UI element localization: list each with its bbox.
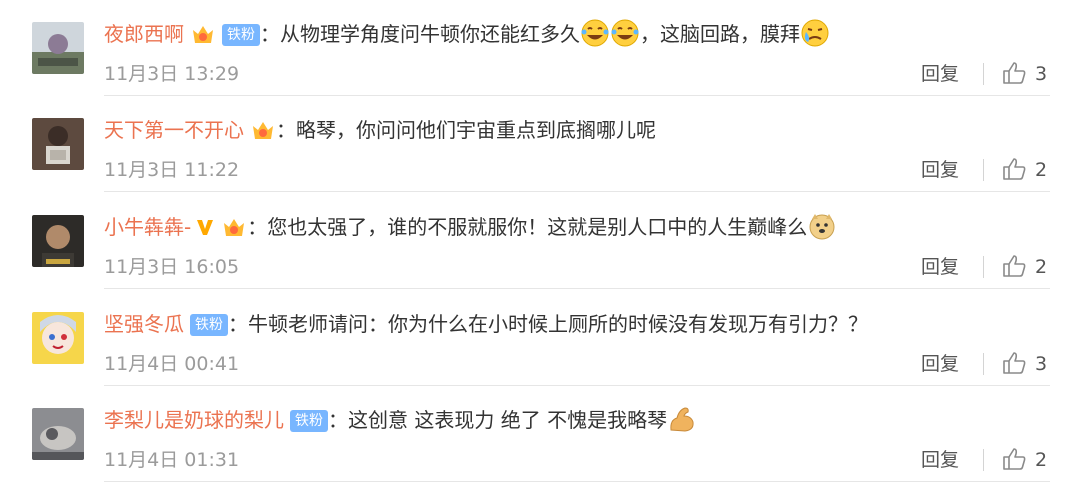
username[interactable]: 夜郎西啊 xyxy=(104,22,184,46)
comment-time: 11月3日 11:22 xyxy=(104,159,240,181)
laugh-tears-emoji-icon xyxy=(581,19,609,47)
comment-content: 夜郎西啊 铁粉 ：从物理学角度问牛顿你还能红多久 ，这脑回路，膜拜 xyxy=(104,14,1040,54)
reply-button[interactable]: 回复 xyxy=(921,255,959,279)
crown-fan-icon xyxy=(253,122,273,139)
avatar[interactable] xyxy=(32,215,84,267)
fan-badge: 铁粉 xyxy=(190,314,228,336)
username[interactable]: 天下第一不开心 xyxy=(104,118,244,142)
tears-emoji-icon xyxy=(801,19,829,47)
username[interactable]: 小牛犇犇- xyxy=(104,215,191,239)
thumbs-up-icon[interactable] xyxy=(1001,446,1027,472)
comment-text: ：牛顿老师请问：你为什么在小时候上厕所的时候没有发现万有引力？？ xyxy=(228,312,868,336)
comment-time: 11月4日 00:41 xyxy=(104,353,240,375)
comment-item: 小牛犇犇- ：您也太强了，谁的不服就服你！这就是别人口中的人生巅峰么 11月3日 … xyxy=(0,193,1080,289)
comment-content: 李梨儿是奶球的梨儿 铁粉 ：这创意 这表现力 绝了 不愧是我略琴 xyxy=(104,400,1040,440)
divider xyxy=(983,159,984,181)
comment-text: ：这创意 这表现力 绝了 不愧是我略琴 xyxy=(328,408,668,432)
reply-button[interactable]: 回复 xyxy=(921,158,959,182)
like-count: 2 xyxy=(1035,449,1048,471)
divider xyxy=(983,256,984,278)
crown-fan-icon xyxy=(193,26,213,43)
comment-text: ，这脑回路，膜拜 xyxy=(640,22,800,46)
comment-item: 天下第一不开心 ：略琴，你问问他们宇宙重点到底搁哪儿呢 11月3日 11:22 回… xyxy=(0,96,1080,192)
comment-content: 坚强冬瓜 铁粉 ：牛顿老师请问：你为什么在小时候上厕所的时候没有发现万有引力？？ xyxy=(104,304,1040,344)
avatar[interactable] xyxy=(32,408,84,460)
divider xyxy=(983,353,984,375)
like-count: 3 xyxy=(1035,63,1048,85)
comment-content: 天下第一不开心 ：略琴，你问问他们宇宙重点到底搁哪儿呢 xyxy=(104,110,1040,150)
comment-list: 夜郎西啊 铁粉 ：从物理学角度问牛顿你还能红多久 ，这脑回路，膜拜 11月3日 13:… xyxy=(0,0,1080,493)
comment-text: ：从物理学角度问牛顿你还能红多久 xyxy=(260,22,580,46)
reply-button[interactable]: 回复 xyxy=(921,448,959,472)
avatar[interactable] xyxy=(32,312,84,364)
flexed-biceps-emoji-icon xyxy=(670,407,694,432)
comment-item: 坚强冬瓜 铁粉 ：牛顿老师请问：你为什么在小时候上厕所的时候没有发现万有引力？？ 1… xyxy=(0,290,1080,386)
username[interactable]: 李梨儿是奶球的梨儿 xyxy=(104,408,284,432)
reply-button[interactable]: 回复 xyxy=(921,352,959,376)
doge-emoji-icon xyxy=(809,214,835,240)
avatar[interactable] xyxy=(32,118,84,170)
comment-text: ：您也太强了，谁的不服就服你！这就是别人口中的人生巅峰么 xyxy=(247,215,808,239)
thumbs-up-icon[interactable] xyxy=(1001,60,1027,86)
avatar[interactable] xyxy=(32,22,84,74)
comment-time: 11月3日 16:05 xyxy=(104,256,240,278)
thumbs-up-icon[interactable] xyxy=(1001,156,1027,182)
comment-text: ：略琴，你问问他们宇宙重点到底搁哪儿呢 xyxy=(276,118,656,142)
comment-item: 夜郎西啊 铁粉 ：从物理学角度问牛顿你还能红多久 ，这脑回路，膜拜 11月3日 13:… xyxy=(0,0,1080,96)
like-count: 2 xyxy=(1035,159,1048,181)
divider xyxy=(983,63,984,85)
laugh-tears-emoji-icon xyxy=(611,19,639,47)
thumbs-up-icon[interactable] xyxy=(1001,350,1027,376)
comment-time: 11月3日 13:29 xyxy=(104,63,240,85)
like-count: 3 xyxy=(1035,353,1048,375)
thumbs-up-icon[interactable] xyxy=(1001,253,1027,279)
divider xyxy=(983,449,984,471)
fan-badge: 铁粉 xyxy=(290,410,328,432)
comment-content: 小牛犇犇- ：您也太强了，谁的不服就服你！这就是别人口中的人生巅峰么 xyxy=(104,207,1040,247)
verified-v-icon xyxy=(197,220,214,235)
like-count: 2 xyxy=(1035,256,1048,278)
comment-time: 11月4日 01:31 xyxy=(104,449,240,471)
reply-button[interactable]: 回复 xyxy=(921,62,959,86)
comment-item: 李梨儿是奶球的梨儿 铁粉 ：这创意 这表现力 绝了 不愧是我略琴 11月4日 01:… xyxy=(0,386,1080,482)
username[interactable]: 坚强冬瓜 xyxy=(104,312,184,336)
fan-badge: 铁粉 xyxy=(222,24,260,46)
crown-fan-icon xyxy=(224,219,245,236)
